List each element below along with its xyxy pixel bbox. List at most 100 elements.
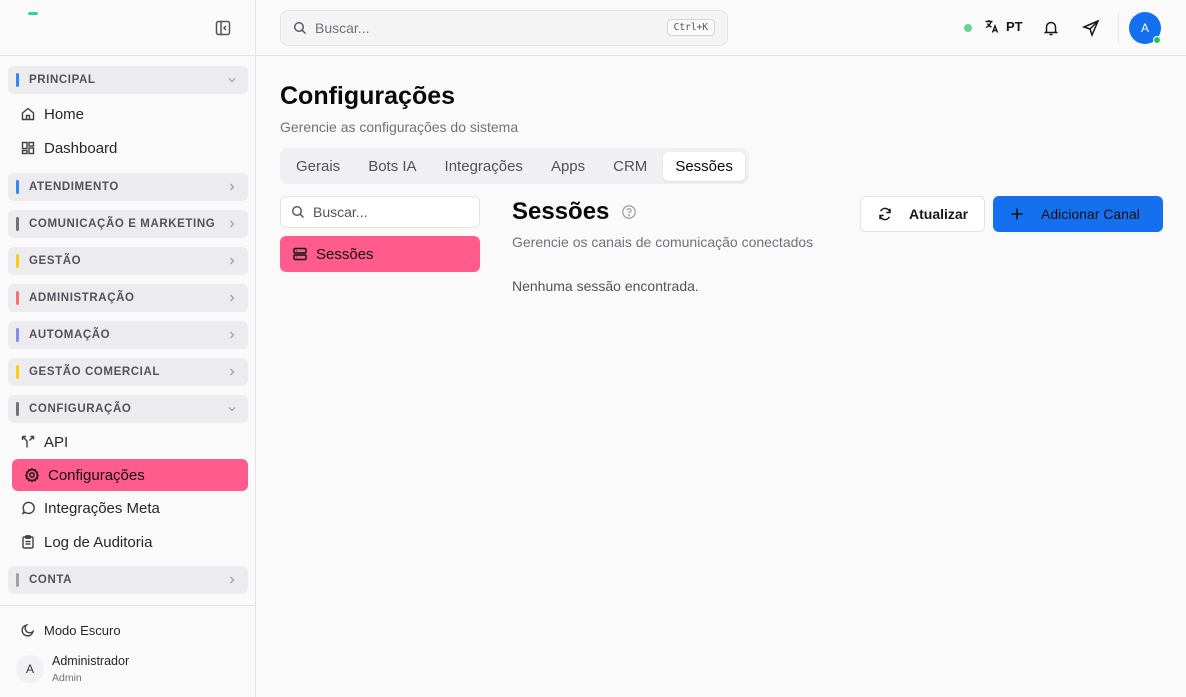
section-color-bar (16, 328, 19, 342)
section-gestao[interactable]: GESTÃO (8, 247, 248, 275)
section-label: CONTA (29, 574, 73, 586)
page-subtitle: Gerencie as configurações do sistema (280, 119, 519, 135)
moon-icon (21, 623, 35, 637)
sidebar-item-configuracoes[interactable]: Configurações (12, 459, 248, 491)
chevron-right-icon (230, 294, 235, 302)
settings-nav-label: Sessões (316, 245, 374, 263)
section-conta[interactable]: CONTA (8, 566, 248, 594)
section-color-bar (16, 217, 19, 231)
language-label: PT (1006, 18, 1023, 34)
message-circle-icon (21, 501, 35, 515)
avatar-initial: A (1140, 21, 1149, 35)
section-principal[interactable]: PRINCIPAL (8, 66, 248, 94)
help-circle-icon[interactable] (621, 204, 637, 220)
section-administracao[interactable]: ADMINISTRAÇÃO (8, 284, 248, 312)
server-icon (293, 247, 307, 261)
translate-icon (985, 20, 999, 33)
section-comunicacao-marketing[interactable]: COMUNICAÇÃO E MARKETING (8, 210, 248, 238)
chevron-right-icon (230, 576, 235, 584)
user-profile[interactable]: A Administrador Admin (16, 654, 129, 684)
section-configuracao[interactable]: CONFIGURAÇÃO (8, 395, 248, 423)
section-color-bar (16, 291, 19, 305)
sidebar-item-home[interactable]: Home (0, 97, 256, 131)
user-name: Administrador (52, 654, 130, 668)
refresh-icon (879, 207, 891, 221)
section-color-bar (16, 180, 19, 194)
sidebar-item-dashboard[interactable]: Dashboard (0, 131, 256, 165)
header-divider (1118, 14, 1119, 42)
section-atendimento[interactable]: ATENDIMENTO (8, 173, 248, 201)
section-color-bar (16, 573, 19, 587)
logo (28, 12, 38, 15)
sidebar: PRINCIPAL Home Dashboard ATENDIMENTO COM… (0, 0, 256, 697)
main-content: Configurações Gerencie as configurações … (256, 56, 1186, 697)
search-input[interactable] (315, 20, 655, 36)
chevron-right-icon (230, 183, 235, 191)
search-icon (291, 205, 304, 218)
sidebar-item-api[interactable]: API (0, 425, 256, 459)
connection-status-indicator (964, 24, 972, 32)
user-role: Admin (52, 672, 82, 684)
section-automacao[interactable]: AUTOMAÇÃO (8, 321, 248, 349)
refresh-button[interactable]: Atualizar (860, 196, 985, 232)
avatar: A (16, 655, 44, 683)
section-label: AUTOMAÇÃO (29, 329, 111, 341)
api-icon (21, 435, 35, 448)
sidebar-footer: Modo Escuro A Administrador Admin (0, 605, 256, 697)
section-label: ATENDIMENTO (29, 181, 119, 193)
settings-tabs: Gerais Bots IA Integrações Apps CRM Sess… (280, 148, 749, 184)
online-indicator (1153, 36, 1161, 44)
section-gestao-comercial[interactable]: GESTÃO COMERCIAL (8, 358, 248, 386)
chevron-right-icon (230, 368, 235, 376)
add-channel-button[interactable]: Adicionar Canal (993, 196, 1163, 232)
language-switcher[interactable]: PT (984, 18, 1023, 34)
tab-gerais[interactable]: Gerais (284, 152, 352, 181)
home-icon (21, 107, 35, 121)
tab-apps[interactable]: Apps (539, 152, 597, 181)
sidebar-item-label: Configurações (48, 466, 145, 484)
shortcut-hint: Ctrl+K (666, 19, 715, 36)
section-label: COMUNICAÇÃO E MARKETING (29, 218, 216, 230)
section-color-bar (16, 365, 19, 379)
chevron-down-icon (228, 78, 236, 83)
sidebar-item-integracoes-meta[interactable]: Integrações Meta (0, 491, 256, 525)
chevron-right-icon (230, 331, 235, 339)
add-channel-label: Adicionar Canal (1041, 206, 1140, 222)
tab-crm[interactable]: CRM (601, 152, 659, 181)
side-search[interactable] (280, 196, 480, 228)
section-subtitle: Gerencie os canais de comunicação conect… (512, 234, 814, 250)
section-color-bar (16, 254, 19, 268)
sidebar-item-label: Integrações Meta (44, 499, 160, 517)
sidebar-header (0, 0, 255, 56)
sidebar-item-label: API (44, 433, 69, 451)
search-icon (293, 21, 306, 34)
dark-mode-toggle[interactable]: Modo Escuro (20, 622, 121, 638)
settings-nav-sessoes[interactable]: Sessões (280, 236, 480, 272)
section-label: CONFIGURAÇÃO (29, 403, 132, 415)
sidebar-item-label: Dashboard (44, 139, 118, 157)
gear-icon (24, 467, 40, 483)
sidebar-item-log-auditoria[interactable]: Log de Auditoria (0, 525, 256, 559)
side-search-input[interactable] (313, 204, 463, 220)
tab-bots-ia[interactable]: Bots IA (356, 152, 428, 181)
bell-icon[interactable] (1042, 19, 1060, 37)
section-label: GESTÃO COMERCIAL (29, 366, 160, 378)
section-label: GESTÃO (29, 255, 82, 267)
top-header: Ctrl+K PT A (256, 0, 1186, 56)
section-title: Sessões (512, 198, 610, 225)
dashboard-icon (21, 141, 35, 155)
sidebar-item-label: Home (44, 105, 85, 123)
chevron-right-icon (230, 257, 235, 265)
sidebar-collapse-icon[interactable] (214, 19, 232, 37)
send-icon[interactable] (1082, 19, 1100, 37)
section-color-bar (16, 73, 19, 87)
tab-integracoes[interactable]: Integrações (433, 152, 535, 181)
user-avatar-button[interactable]: A (1129, 12, 1161, 44)
global-search[interactable]: Ctrl+K (280, 10, 728, 46)
tab-sessoes[interactable]: Sessões (663, 151, 745, 181)
refresh-label: Atualizar (909, 206, 969, 222)
section-heading: Sessões (512, 198, 637, 226)
page-title: Configurações (280, 82, 456, 110)
chevron-down-icon (228, 407, 236, 412)
clipboard-icon (22, 535, 34, 549)
